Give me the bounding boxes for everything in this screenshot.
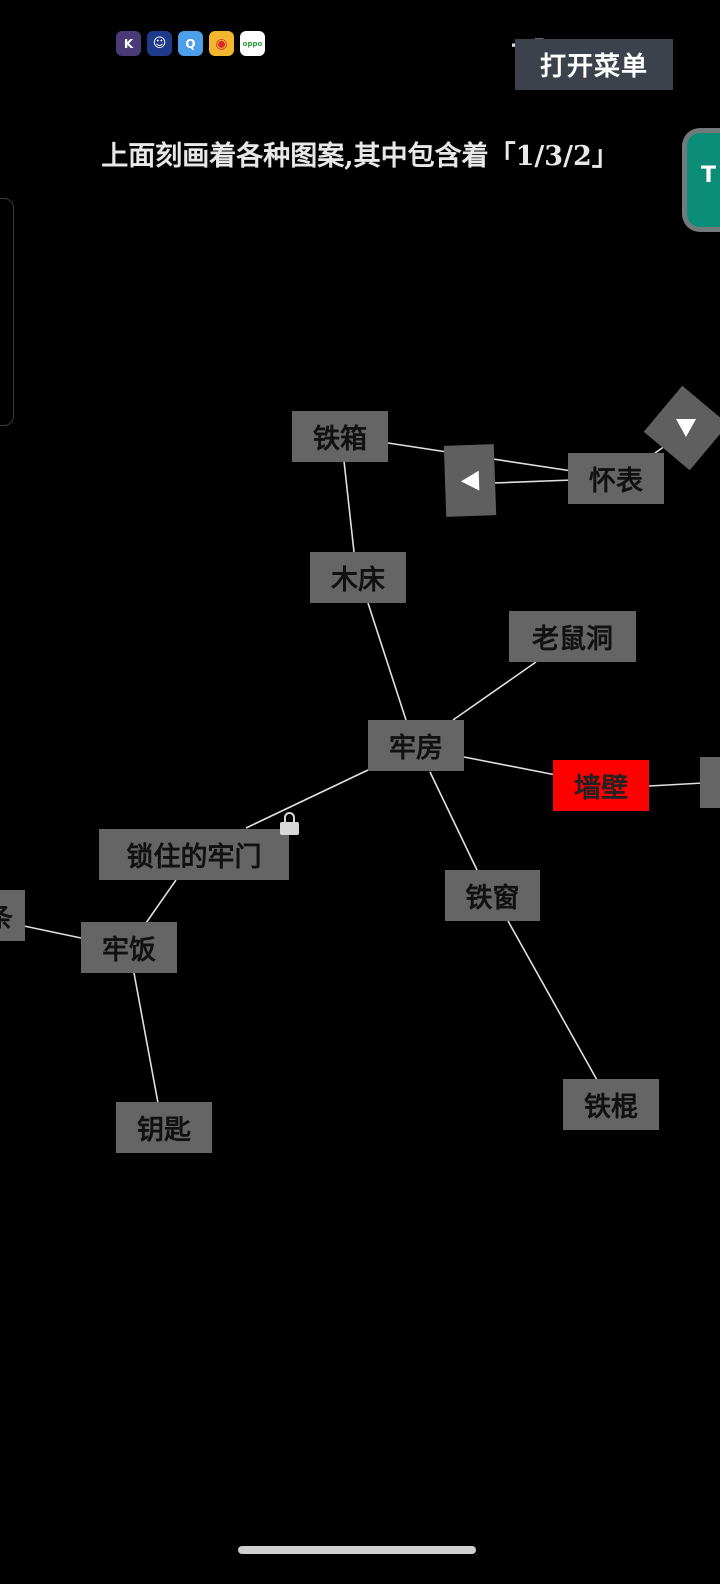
node-suo-zhu-lao-men[interactable]: 锁住的牢门: [99, 829, 289, 880]
scroll-left-button[interactable]: [443, 444, 497, 517]
edge-qiangbi-right: [648, 782, 704, 787]
node-tie-xiang[interactable]: 铁箱: [292, 411, 388, 462]
edge-muchuang-laofang: [367, 602, 407, 721]
edge-tiexiang-muchuang: [343, 460, 355, 553]
lock-icon: [280, 812, 299, 836]
edge-laofan-yaoshi: [133, 972, 159, 1104]
home-indicator[interactable]: [238, 1546, 476, 1554]
game-screen: K ☺ Q ◉ oppo ▂▃▅ 打开菜单 上面刻画着各种图案,其中包含着「1/…: [0, 0, 720, 1584]
edge-laoshudong-laofang: [452, 661, 537, 721]
edge-left-laofan: [23, 925, 82, 939]
edge-laofang-suozhulaomen: [245, 769, 369, 829]
node-qiang-bi-selected[interactable]: 墙壁: [553, 760, 649, 811]
node-tie-chuang[interactable]: 铁窗: [445, 870, 540, 921]
node-lao-shu-dong[interactable]: 老鼠洞: [509, 611, 636, 662]
edge-laofang-tiechuang: [429, 771, 478, 871]
node-lao-fan[interactable]: 牢饭: [81, 922, 177, 973]
edge-tiexiang-huaibiao-2: [493, 479, 573, 484]
node-offscreen-left[interactable]: 条: [0, 890, 25, 941]
arrow-down-icon: [676, 419, 696, 437]
arrow-left-icon: [460, 470, 480, 491]
node-lao-fang[interactable]: 牢房: [368, 720, 464, 771]
edge-laofang-qiangbi: [463, 756, 557, 776]
node-offscreen-right[interactable]: [700, 757, 720, 808]
node-yao-shi[interactable]: 钥匙: [116, 1102, 212, 1153]
edge-tiechuang-tiegun: [507, 920, 598, 1081]
node-huai-biao[interactable]: 怀表: [568, 453, 664, 504]
node-tie-gun[interactable]: 铁棍: [563, 1079, 659, 1130]
node-mu-chuang[interactable]: 木床: [310, 552, 406, 603]
edge-suozhulaomen-laofan: [145, 879, 177, 924]
